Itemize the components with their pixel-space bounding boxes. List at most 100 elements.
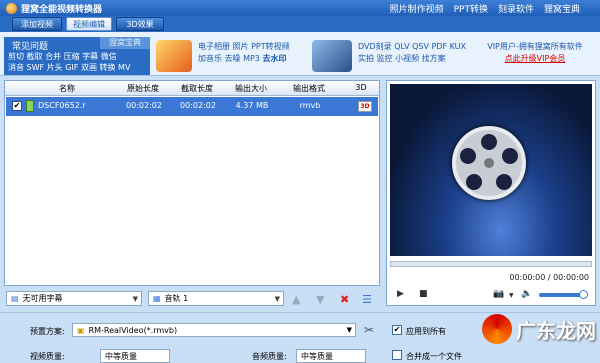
stop-icon[interactable]: ■ <box>419 289 428 299</box>
time-display: 00:00:00 / 00:00:00 <box>509 273 589 282</box>
watermark-logo-icon <box>482 314 512 344</box>
col-clip-length[interactable]: 截取长度 <box>175 83 219 94</box>
move-up-icon[interactable]: ▲ <box>292 293 300 306</box>
faq-link[interactable]: 截取 <box>27 52 43 61</box>
title-bar: 狸窝全能视频转换器 照片制作视频 PPT转换 刻录软件 狸窝宝典 <box>0 0 600 16</box>
faq-link[interactable]: MV <box>118 63 130 72</box>
remove-watermark-link[interactable]: 去水印 <box>262 54 286 63</box>
promo-line[interactable]: DVD刻录 QLV QSV PDF KUX <box>358 41 466 53</box>
list-bottom-bar: ▤ 无可用字幕 ▼ ▦ 音轨 1 ▼ ▲ ▼ ✖ ☰ <box>4 288 380 308</box>
volume-icon[interactable]: 🔈 <box>521 289 532 299</box>
faq-link[interactable]: 压缩 <box>64 52 80 61</box>
preset-select[interactable]: ▣ RM-RealVideo(*.rmvb) ▼ <box>72 323 356 337</box>
audio-track-value: 音轨 1 <box>164 294 189 303</box>
output-format: rmvb <box>299 101 321 110</box>
video-quality-select[interactable]: 中等质量 <box>100 349 170 363</box>
faq-link[interactable]: SWF <box>27 63 45 72</box>
guide-tab[interactable]: 狸窝宝典 <box>100 37 150 49</box>
app-logo-icon <box>6 2 17 14</box>
file-name: DSCF0652.r <box>38 101 86 110</box>
delete-icon[interactable]: ✖ <box>340 293 349 306</box>
watermark: 广东龙网 <box>482 314 596 344</box>
apply-all-label: 应用到所有 <box>406 327 446 336</box>
top-link-photo-video[interactable]: 照片制作视频 <box>390 2 444 15</box>
settings-wrench-icon[interactable]: ✂ <box>364 323 374 337</box>
reel-hole <box>496 174 512 190</box>
watermark-text: 广东龙网 <box>516 318 596 343</box>
play-icon[interactable]: ▶ <box>397 289 404 299</box>
app-title: 狸窝全能视频转换器 <box>21 4 103 15</box>
top-link-ppt[interactable]: PPT转换 <box>454 2 488 15</box>
vip-line[interactable]: VIP用户-拥有狸窝所有软件 <box>476 41 594 53</box>
top-link-burn[interactable]: 刻录软件 <box>498 2 534 15</box>
clip-length: 00:02:02 <box>180 101 216 110</box>
subtitle-select[interactable]: ▤ 无可用字幕 ▼ <box>6 291 142 306</box>
file-icon <box>26 100 34 112</box>
video-preview-screen <box>390 84 592 256</box>
3d-badge-icon[interactable]: 3D <box>358 101 372 112</box>
faq-link[interactable]: 片头 <box>47 63 63 72</box>
top-links: 照片制作视频 PPT转换 刻录软件 狸窝宝典 <box>390 2 580 15</box>
audio-quality-value: 中等质量 <box>301 351 333 361</box>
main-toolbar: 添加视频 视频编辑 3D效果 <box>0 16 600 32</box>
output-size: 4.37 MB <box>235 101 269 110</box>
col-output-format[interactable]: 输出格式 <box>287 83 331 94</box>
add-video-button[interactable]: 添加视频 <box>12 17 62 31</box>
faq-link[interactable]: 合并 <box>45 52 61 61</box>
promo-line[interactable]: 实拍 监控 小视频 找方案 <box>358 53 466 65</box>
file-list-panel: 名称 原始长度 截取长度 输出大小 输出格式 3D ✔ DSCF0652.r 0… <box>4 80 380 286</box>
video-quality-value: 中等质量 <box>105 351 137 361</box>
volume-slider[interactable] <box>539 290 588 299</box>
reel-hole <box>460 148 476 164</box>
promo-line[interactable]: 电子相册 照片 PPT转视频 <box>198 41 290 53</box>
chevron-down-icon: ▼ <box>346 326 352 334</box>
device-icon[interactable] <box>312 40 352 72</box>
faq-panel: 常见问题 狸窝宝典 剪切 截取 合并 压缩 字幕 微信 消音 SWF 片头 GI… <box>4 37 150 75</box>
audio-icon: ▦ <box>153 294 161 303</box>
col-3d[interactable]: 3D <box>349 83 373 92</box>
faq-link[interactable]: 双画 <box>81 63 97 72</box>
col-output-size[interactable]: 输出大小 <box>229 83 273 94</box>
3d-effect-button[interactable]: 3D效果 <box>116 17 164 31</box>
list-menu-icon[interactable]: ☰ <box>362 293 372 306</box>
preset-icon: ▣ <box>77 325 85 335</box>
reel-hole <box>481 134 497 150</box>
top-link-guide[interactable]: 狸窝宝典 <box>544 2 580 15</box>
edit-video-button[interactable]: 视频编辑 <box>66 17 112 31</box>
original-length: 00:02:02 <box>126 101 162 110</box>
promo-group-2: DVD刻录 QLV QSV PDF KUX 实拍 监控 小视频 找方案 <box>358 41 466 65</box>
faq-link[interactable]: 转换 <box>100 63 116 72</box>
faq-link[interactable]: GIF <box>65 63 78 72</box>
faq-link[interactable]: 剪切 <box>8 52 24 61</box>
audio-quality-select[interactable]: 中等质量 <box>296 349 366 363</box>
col-name[interactable]: 名称 <box>49 83 85 94</box>
vip-upgrade-link[interactable]: 点此升级VIP会员 <box>476 53 594 65</box>
film-reel-icon <box>452 126 526 200</box>
apply-all-checkbox[interactable]: ✔ <box>392 325 402 335</box>
preset-label: 预置方案: <box>30 327 65 336</box>
audio-track-select[interactable]: ▦ 音轨 1 ▼ <box>148 291 284 306</box>
seek-bar[interactable] <box>390 261 592 267</box>
faq-link[interactable]: 微信 <box>101 52 117 61</box>
promo-group-1: 电子相册 照片 PPT转视频 加音乐 去噪 MP3 去水印 <box>198 41 290 65</box>
row-checkbox[interactable]: ✔ <box>12 101 22 111</box>
snapshot-icon[interactable]: 📷 <box>493 289 504 299</box>
subtitle-icon: ▤ <box>11 294 19 303</box>
move-down-icon[interactable]: ▼ <box>316 293 324 306</box>
chevron-down-icon: ▼ <box>274 295 280 303</box>
faq-links: 剪切 截取 合并 压缩 字幕 微信 消音 SWF 片头 GIF 双画 转换 MV <box>8 51 148 73</box>
vip-promo: VIP用户-拥有狸窝所有软件 点此升级VIP会员 <box>476 41 594 65</box>
ppt-video-icon[interactable] <box>156 40 192 72</box>
chevron-down-icon: ▼ <box>132 295 138 303</box>
table-row[interactable]: ✔ DSCF0652.r 00:02:02 00:02:02 4.37 MB r… <box>6 97 378 116</box>
preview-panel: 00:00:00 / 00:00:00 ▶ ■ 📷 ▼ 🔈 <box>386 80 596 306</box>
faq-link[interactable]: 字幕 <box>82 52 98 61</box>
promo-line[interactable]: 加音乐 去噪 MP3 <box>198 54 260 63</box>
chevron-down-icon[interactable]: ▼ <box>509 292 514 299</box>
merge-checkbox[interactable] <box>392 350 402 360</box>
faq-link[interactable]: 消音 <box>8 63 24 72</box>
reel-hole <box>466 174 482 190</box>
col-original-length[interactable]: 原始长度 <box>121 83 165 94</box>
table-header: 名称 原始长度 截取长度 输出大小 输出格式 3D <box>5 81 379 96</box>
volume-knob[interactable] <box>579 290 588 299</box>
